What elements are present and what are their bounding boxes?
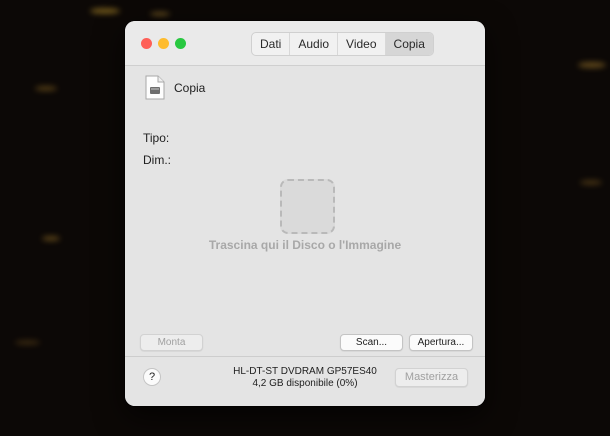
tab-video[interactable]: Video (338, 33, 386, 55)
source-name: Copia (174, 81, 206, 95)
background-light (150, 12, 170, 16)
title-bar: Dati Audio Video Copia (125, 21, 485, 66)
footer-bar: ? HL-DT-ST DVDRAM GP57ES40 4,2 GB dispon… (125, 357, 485, 406)
drop-target[interactable] (280, 179, 335, 234)
background-light (578, 62, 606, 68)
background-light (90, 8, 120, 14)
tab-bar: Dati Audio Video Copia (251, 32, 434, 56)
disk-image-icon (145, 75, 165, 100)
drop-hint: Trascina qui il Disco o l'Immagine (208, 238, 402, 252)
background-light (42, 236, 60, 241)
close-button[interactable] (141, 38, 152, 49)
copy-panel: Copia Tipo: Dim.: Trascina qui il Disco … (125, 66, 485, 351)
size-label: Dim.: (143, 153, 171, 167)
background-light (35, 86, 57, 91)
tab-audio[interactable]: Audio (290, 33, 339, 55)
scan-button[interactable]: Scan... (340, 334, 403, 351)
disk-burn-window: Dati Audio Video Copia Copia Tipo: Dim.:… (125, 21, 485, 406)
tab-copia[interactable]: Copia (385, 33, 433, 55)
open-button[interactable]: Apertura... (409, 334, 473, 351)
burn-button[interactable]: Masterizza (395, 368, 468, 387)
background-light (15, 340, 40, 345)
background-light (580, 180, 602, 185)
mount-button[interactable]: Monta (140, 334, 203, 351)
tab-dati[interactable]: Dati (252, 33, 291, 55)
type-label: Tipo: (143, 131, 170, 145)
zoom-button[interactable] (175, 38, 186, 49)
minimize-button[interactable] (158, 38, 169, 49)
